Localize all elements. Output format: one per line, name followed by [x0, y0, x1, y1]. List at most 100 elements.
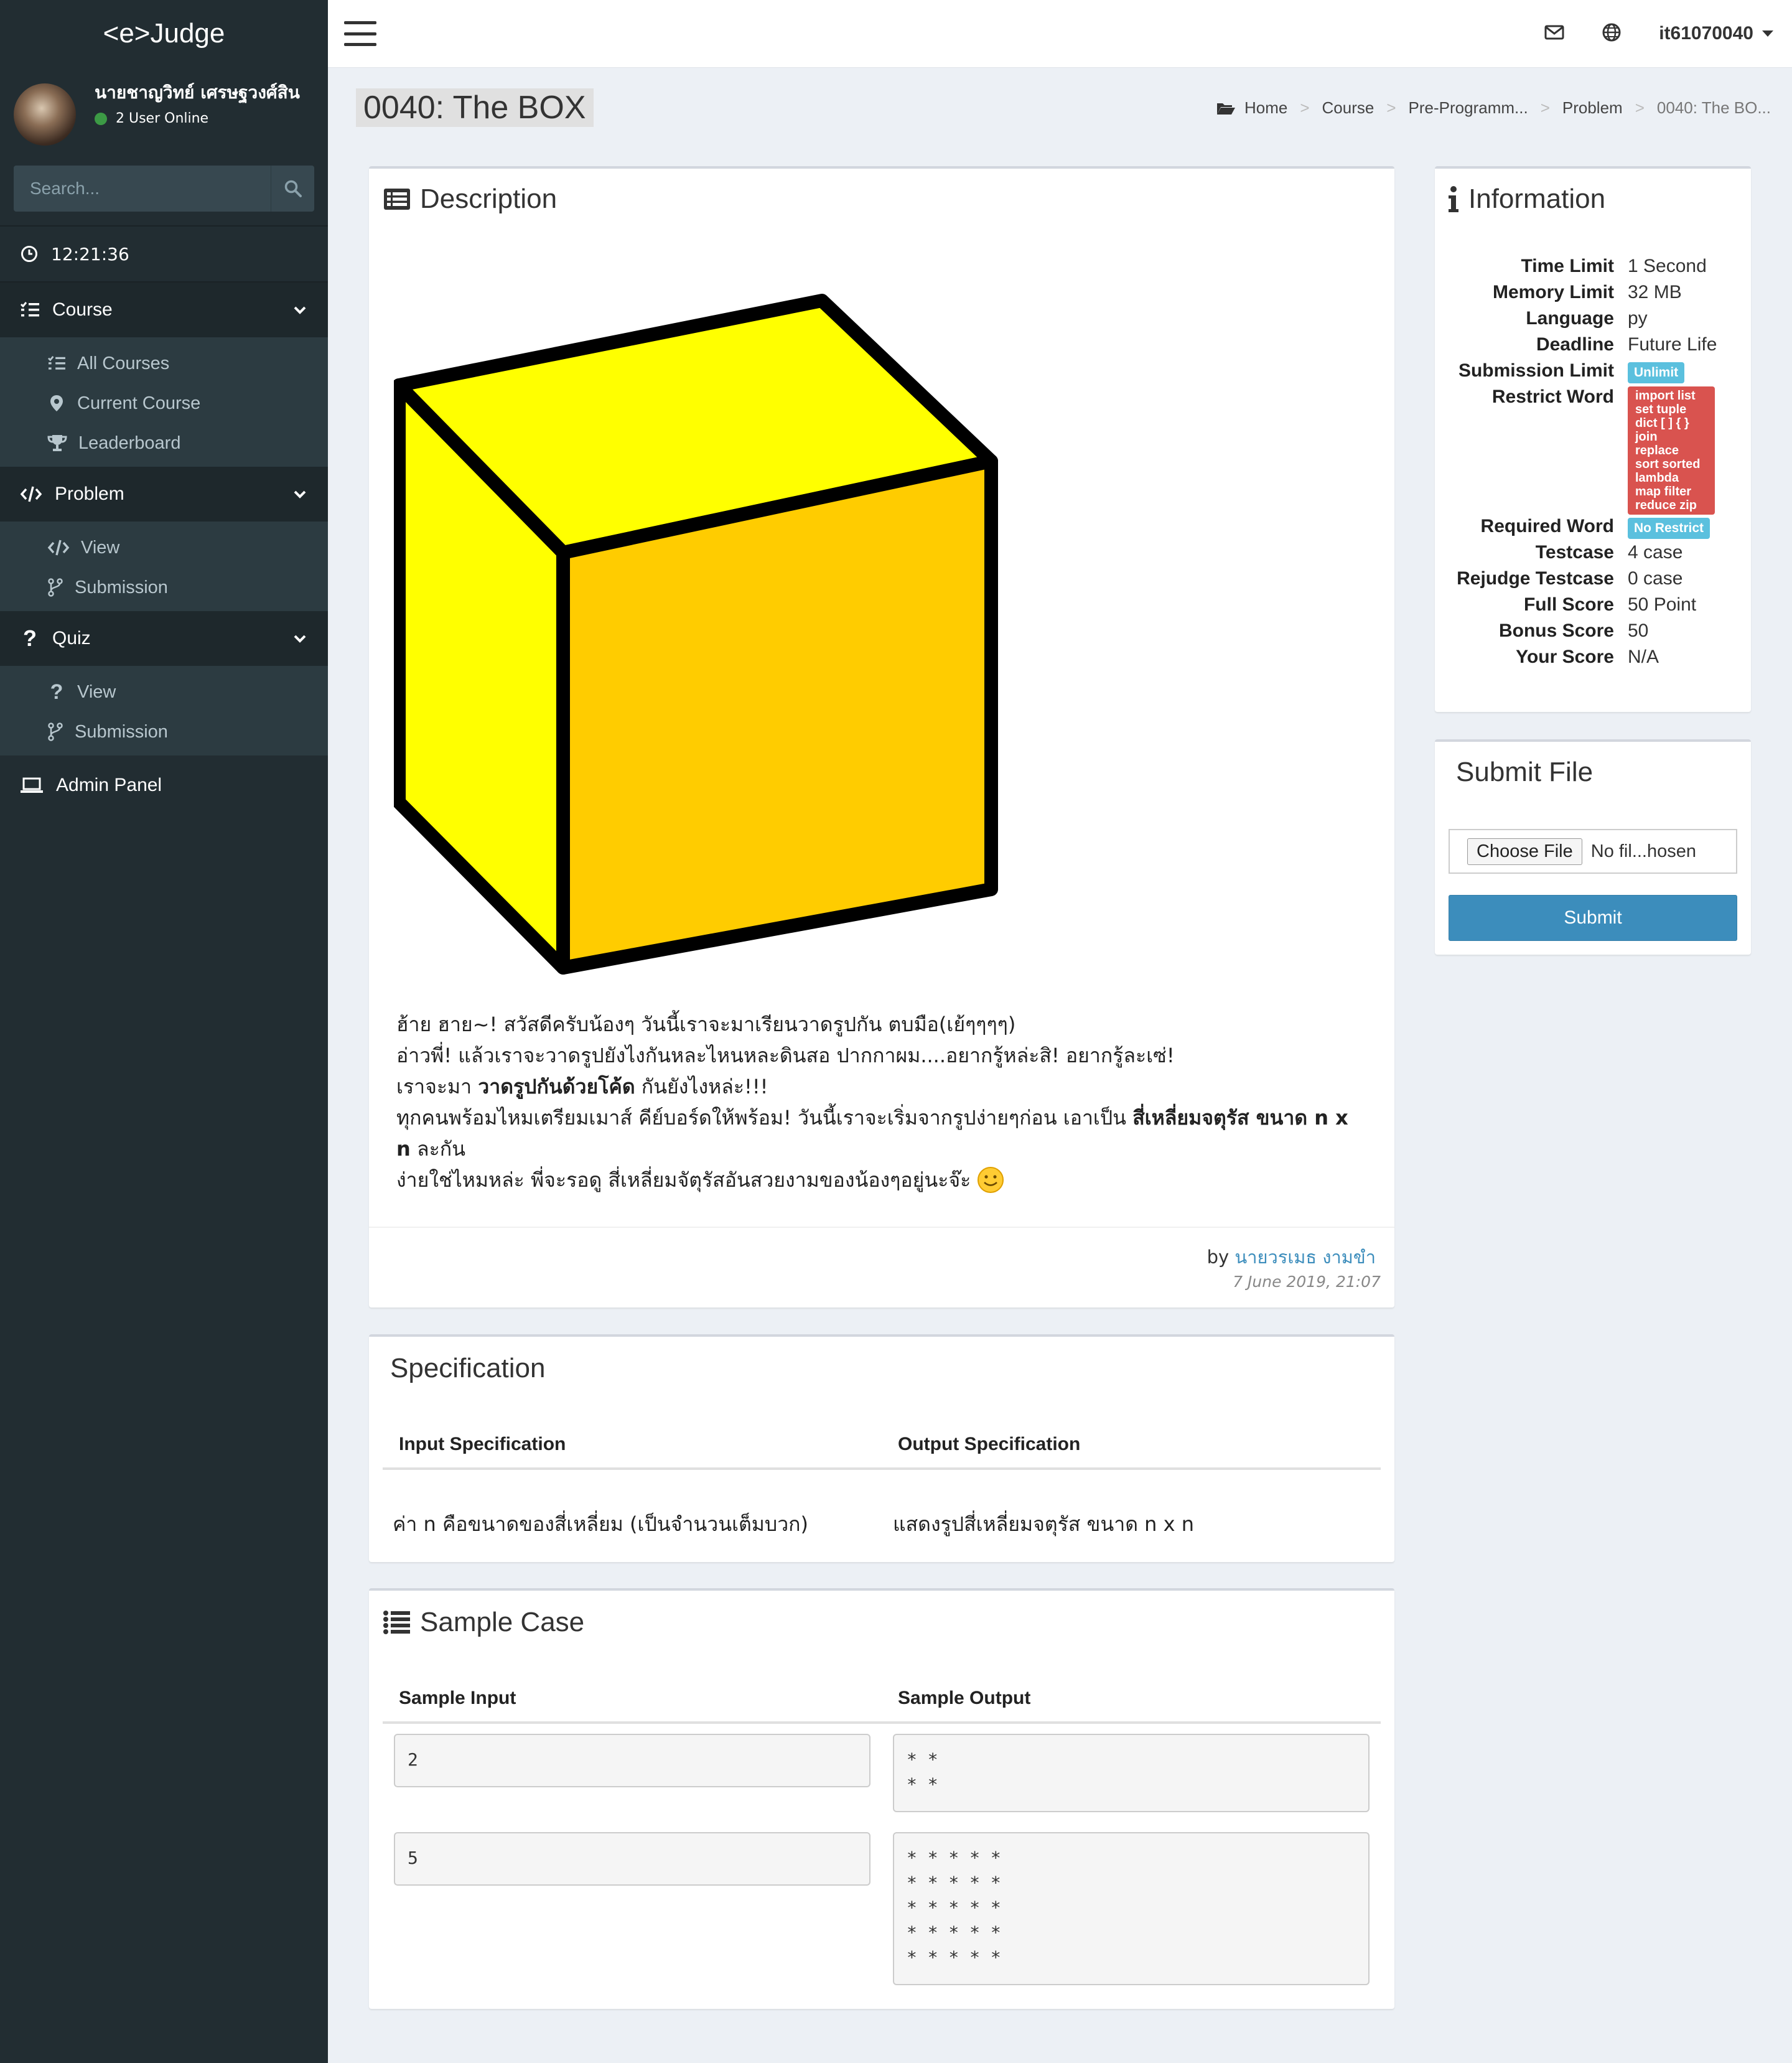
submit-file-box: Submit File Choose File No fil...hosen S…	[1435, 739, 1751, 955]
user-panel: นายชาญวิทย์ เศรษฐวงศ์สิน 2 User Online	[0, 67, 328, 161]
information-box: Information Time Limit 1 Second Memory Li…	[1435, 166, 1751, 712]
search-icon	[284, 180, 302, 197]
description-line: ง่ายใช่ไหมหล่ะ พี่จะรอดู สี่เหลี่ยมจัตุร…	[396, 1164, 1367, 1195]
smile-emoji-icon	[978, 1167, 1004, 1193]
post-date: 7 June 2019, 21:07	[1233, 1273, 1381, 1291]
sample-case-header: Sample Case	[383, 1607, 584, 1638]
code-icon	[47, 540, 70, 556]
sidebar-item-label: Leaderboard	[78, 433, 181, 453]
sidebar-quiz[interactable]: ? Quiz	[0, 611, 328, 666]
information-table: Time Limit 1 Second Memory Limit 32 MB Lan…	[1457, 256, 1717, 667]
globe-icon[interactable]	[1602, 22, 1622, 45]
sidebar-problem[interactable]: Problem	[0, 467, 328, 522]
sidebar-search	[14, 166, 314, 212]
user-menu[interactable]: it61070040	[1659, 23, 1753, 44]
sidebar-course[interactable]: Course	[0, 283, 328, 337]
sample-output-1: * * * *	[893, 1734, 1370, 1812]
list-icon	[48, 355, 65, 370]
description-line: เราจะมา วาดรูปกันด้วยโค้ด กันยังไงหล่ะ!!…	[396, 1075, 768, 1098]
caret-down-icon[interactable]	[1762, 30, 1773, 37]
laptop-icon	[21, 777, 43, 793]
sidebar-item-all-courses[interactable]: All Courses	[0, 344, 328, 383]
output-spec-header: Output Specification	[898, 1434, 1081, 1454]
sidebar-quiz-label: Quiz	[52, 628, 91, 648]
clock: 12:21:36	[0, 227, 328, 281]
sample-input-2: 5	[394, 1832, 870, 1886]
sample-input-header: Sample Input	[399, 1688, 516, 1708]
sidebar-item-quiz-submission[interactable]: Submission	[0, 712, 328, 752]
search-button[interactable]	[271, 166, 314, 212]
sidebar-item-leaderboard[interactable]: Leaderboard	[0, 423, 328, 463]
description-header: Description	[383, 184, 557, 215]
sidebar-item-label: Submission	[75, 721, 168, 742]
breadcrumb-home[interactable]: Home	[1244, 98, 1287, 118]
envelope-icon[interactable]	[1544, 24, 1564, 43]
clock-time: 12:21:36	[51, 243, 129, 264]
restrict-word-badge: import list set tuple dict [ ] { } join rep…	[1628, 386, 1715, 515]
sidebar-item-problem-view[interactable]: View	[0, 528, 328, 568]
code-fork-icon	[48, 723, 63, 741]
author-link[interactable]: นายวรเมธ งามขำ	[1234, 1247, 1376, 1268]
file-input[interactable]: Choose File No fil...hosen	[1449, 829, 1737, 874]
breadcrumb-problem[interactable]: Problem	[1562, 98, 1623, 118]
trophy-icon	[47, 435, 67, 451]
output-spec-text: แสดงรูปสี่เหลี่ยมจตุรัส ขนาด n x n	[893, 1512, 1195, 1536]
sidebar-item-label: View	[81, 537, 120, 558]
code-fork-icon	[48, 578, 63, 597]
online-status: 2 User Online	[95, 111, 306, 126]
description-line: อ่าวพี่! แล้วเราจะวาดรูปยังไงกันหละไหนหล…	[396, 1044, 1175, 1067]
author-line: by นายวรเมธ งามขำ	[1207, 1243, 1376, 1271]
submit-button[interactable]: Submit	[1449, 895, 1737, 941]
chevron-down-icon	[294, 306, 306, 314]
chevron-down-icon	[294, 490, 306, 498]
menu-toggle-icon[interactable]	[344, 21, 376, 46]
list-ul-icon	[383, 1611, 410, 1634]
table-header-divider	[383, 1467, 1381, 1470]
chevron-down-icon	[294, 635, 306, 643]
search-input[interactable]	[14, 166, 271, 212]
description-line: ทุกคนพร้อมไหมเตรียมเมาส์ คีย์บอร์ดให้พร้…	[396, 1106, 1348, 1161]
by-label: by	[1206, 1247, 1230, 1268]
breadcrumb-course[interactable]: Course	[1322, 98, 1374, 118]
description-box: Description ฮ้าย ฮาย~! สวัสดีครับน้องๆ ว…	[369, 166, 1394, 1308]
file-status: No fil...hosen	[1590, 841, 1697, 861]
page-title: 0040: The BOX	[356, 88, 594, 127]
online-count: 2 User Online	[116, 111, 209, 126]
breadcrumb-current: 0040: The BO...	[1656, 98, 1771, 117]
list-icon	[20, 302, 39, 317]
information-header: Information	[1447, 184, 1605, 215]
description-title: Description	[420, 184, 558, 214]
sidebar-item-label: All Courses	[77, 353, 170, 373]
information-title: Information	[1468, 184, 1606, 214]
description-body: ฮ้าย ฮาย~! สวัสดีครับน้องๆ วันนี้เราจะมา…	[396, 1009, 1367, 1195]
sidebar-problem-label: Problem	[55, 484, 124, 504]
user-name: นายชาญวิทย์ เศรษฐวงศ์สิน	[95, 82, 300, 103]
online-dot-icon	[95, 112, 107, 125]
sidebar-item-label: Current Course	[77, 393, 201, 413]
input-spec-text: ค่า n คือขนาดของสี่เหลี่ยม (เป็นจำนวนเต็…	[393, 1512, 809, 1536]
box-illustration	[394, 294, 998, 975]
sidebar-admin-panel[interactable]: Admin Panel	[0, 755, 328, 815]
app-logo[interactable]: <e>Judge	[0, 0, 328, 67]
clock-icon	[21, 246, 37, 262]
sidebar-admin-label: Admin Panel	[56, 775, 162, 795]
sidebar-course-label: Course	[52, 299, 113, 320]
question-icon: ?	[23, 625, 37, 651]
sample-output-header: Sample Output	[898, 1688, 1031, 1708]
choose-file-button[interactable]: Choose File	[1467, 838, 1582, 865]
sidebar: <e>Judge นายชาญวิทย์ เศรษฐวงศ์สิน 2 User…	[0, 0, 328, 2063]
sidebar-item-quiz-view[interactable]: ? View	[0, 672, 328, 712]
submit-file-title: Submit File	[1456, 757, 1594, 787]
sample-case-title: Sample Case	[420, 1607, 585, 1637]
breadcrumb: Home > Course > Pre-Programm... > Proble…	[1216, 98, 1771, 118]
breadcrumb-pre-programming[interactable]: Pre-Programm...	[1409, 98, 1528, 118]
sidebar-item-label: View	[77, 681, 116, 702]
sidebar-item-problem-submission[interactable]: Submission	[0, 568, 328, 607]
folder-open-icon	[1216, 103, 1235, 115]
map-marker-icon	[50, 395, 63, 411]
sidebar-item-current-course[interactable]: Current Course	[0, 383, 328, 423]
description-footer-divider	[369, 1227, 1394, 1228]
sample-case-box: Sample Case Sample Input Sample Output 2…	[369, 1588, 1394, 2009]
code-icon	[20, 486, 42, 502]
required-word-badge: No Restrict	[1628, 518, 1710, 539]
